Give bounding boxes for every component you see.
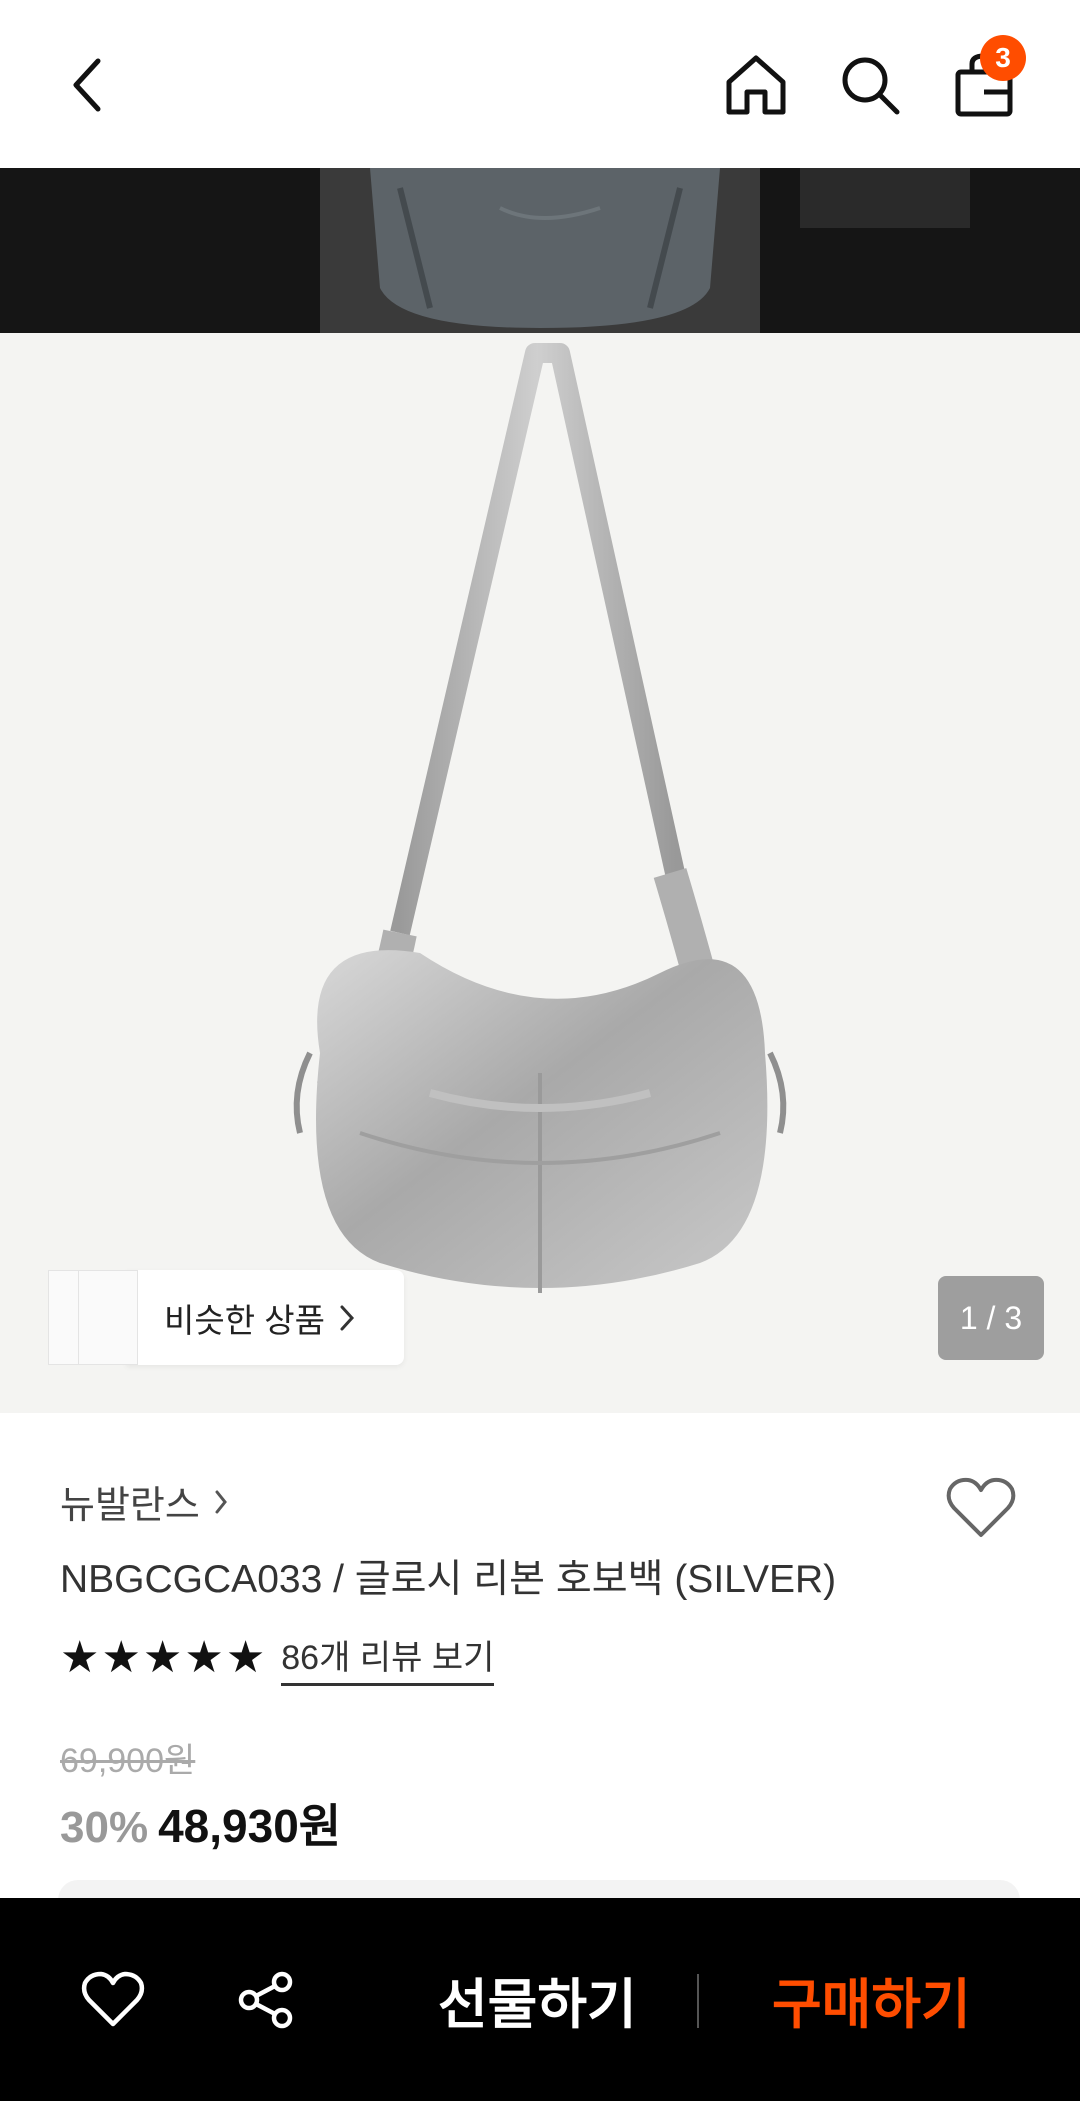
original-price: 69,900원	[60, 1742, 196, 1780]
divider	[697, 1974, 699, 2028]
similar-products-label: 비슷한 상품	[164, 1301, 325, 1339]
sale-price: 48,930원	[158, 1800, 342, 1852]
hero-image-strip	[0, 168, 1080, 333]
image-page-indicator: 1 / 3	[938, 1276, 1044, 1360]
top-bar: 3	[0, 0, 1080, 168]
bag-image	[293, 343, 787, 1293]
star-icon: ★	[60, 1633, 100, 1682]
gift-button[interactable]: 선물하기	[438, 1960, 637, 2039]
discount-rate: 30%	[60, 1803, 149, 1852]
cart-button[interactable]: 3	[944, 35, 1026, 125]
bottom-action-bar: 선물하기 구매하기	[0, 1898, 1080, 2101]
search-icon	[842, 57, 900, 115]
home-icon	[726, 55, 786, 115]
chevron-left-icon	[73, 58, 101, 112]
home-button[interactable]	[716, 45, 796, 125]
heart-icon	[81, 1971, 145, 2027]
brand-name: 뉴발란스	[60, 1485, 200, 1527]
star-icon: ★	[184, 1633, 224, 1682]
backpack-image	[0, 168, 1080, 333]
wishlist-button[interactable]	[944, 1475, 1018, 1546]
rating-row: ★ ★ ★ ★ ★ 86개 리뷰 보기	[60, 1630, 495, 1686]
similar-products-button[interactable]: 비슷한 상품	[126, 1270, 404, 1365]
similar-thumb	[78, 1270, 138, 1365]
buy-button[interactable]: 구매하기	[772, 1960, 971, 2039]
brand-link[interactable]: 뉴발란스	[60, 1474, 228, 1529]
chevron-right-icon	[340, 1305, 354, 1330]
search-button[interactable]	[830, 45, 910, 125]
similar-thumbnails	[48, 1270, 138, 1365]
share-button[interactable]	[236, 1970, 296, 2035]
star-icon: ★	[142, 1633, 183, 1682]
bottom-wishlist-button[interactable]	[80, 1970, 146, 2035]
heart-icon	[946, 1477, 1016, 1537]
back-button[interactable]	[48, 45, 128, 125]
star-icon: ★	[225, 1633, 266, 1682]
product-title: NBGCGCA033 / 글로시 리본 호보백 (SILVER)	[60, 1558, 837, 1601]
similar-products[interactable]: 비슷한 상품	[48, 1270, 404, 1365]
product-image-area[interactable]: 비슷한 상품 1 / 3	[0, 333, 1080, 1413]
star-icon: ★	[101, 1633, 141, 1682]
reviews-link[interactable]: 86개 리뷰 보기	[281, 1630, 495, 1686]
share-icon	[238, 1971, 293, 2029]
star-rating: ★ ★ ★ ★ ★	[60, 1636, 267, 1680]
cart-count-badge: 3	[980, 35, 1026, 81]
chevron-right-icon	[215, 1490, 227, 1513]
sale-price-row: 30% 48,930원	[60, 1790, 341, 1856]
